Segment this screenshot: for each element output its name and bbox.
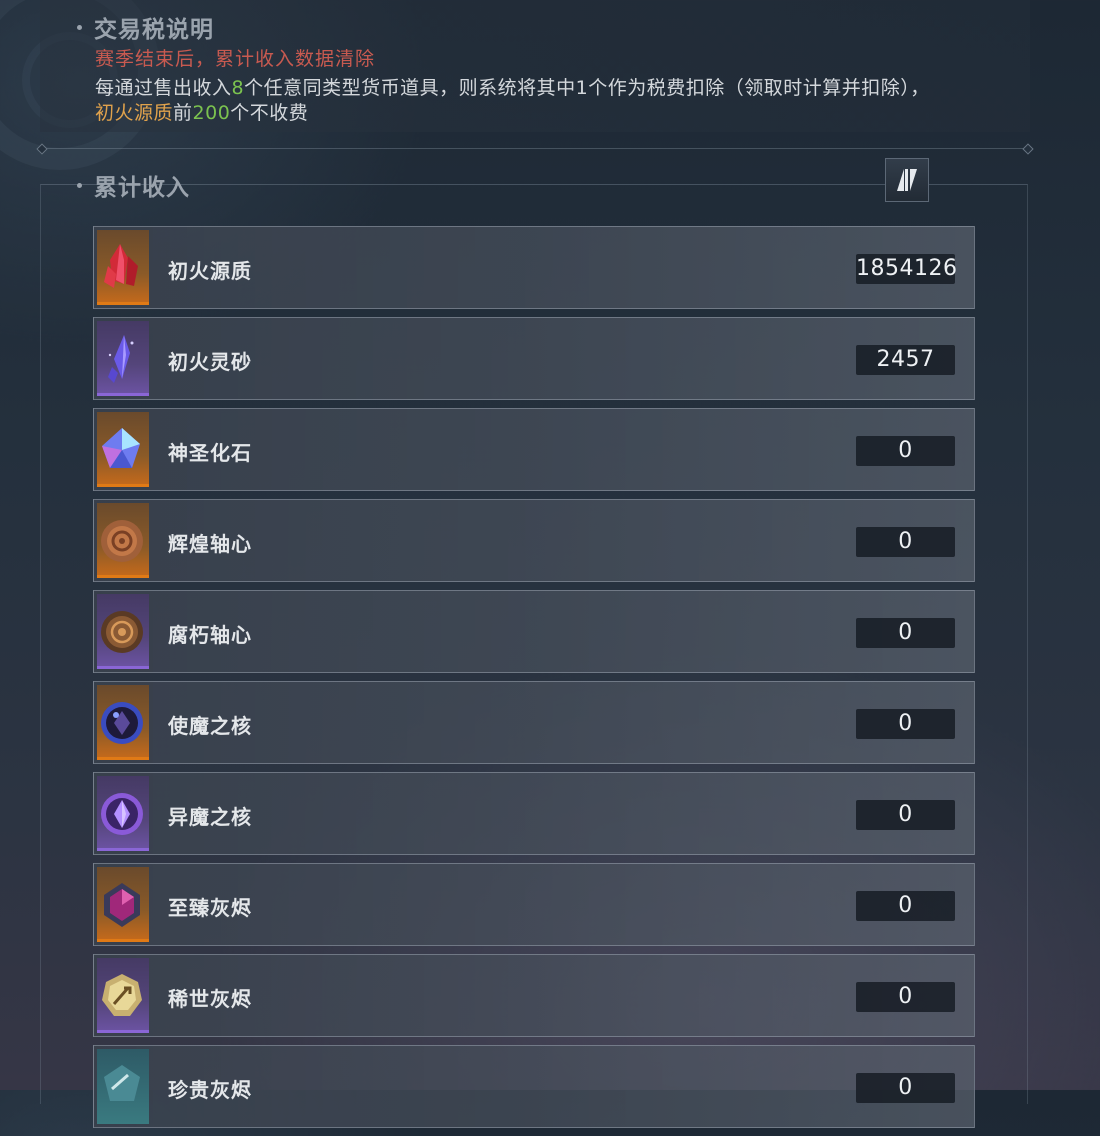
item-name: 使魔之核 (168, 714, 252, 738)
swap-sort-button[interactable] (885, 158, 929, 202)
tax-desc-item: 初火源质 (95, 102, 174, 124)
list-item[interactable]: 稀世灰烬 0 (93, 954, 975, 1037)
income-list: 初火源质 1854126 初火灵砂 2457 神圣化石 0 辉煌轴心 0 腐朽轴… (93, 226, 975, 1136)
list-item[interactable]: 至臻灰烬 0 (93, 863, 975, 946)
item-name: 珍贵灰烬 (168, 1078, 252, 1102)
item-name: 异魔之核 (168, 805, 252, 829)
item-value: 0 (856, 800, 955, 830)
list-item[interactable]: 珍贵灰烬 0 (93, 1045, 975, 1128)
rarity-frame-purple (97, 776, 149, 851)
list-item[interactable]: 初火源质 1854126 (93, 226, 975, 309)
violet-shard-icon (108, 335, 134, 383)
tax-desc-part1: 每通过售出收入 (95, 77, 232, 99)
item-value: 1854126 (856, 254, 957, 284)
tax-section-title: 交易税说明 (77, 10, 214, 44)
red-crystal-icon (104, 244, 138, 288)
list-item[interactable]: 初火灵砂 2457 (93, 317, 975, 400)
prism-gem-icon (102, 428, 140, 468)
tax-title-text: 交易税说明 (94, 17, 214, 43)
rarity-frame-orange (97, 685, 149, 760)
rarity-frame-orange (97, 867, 149, 942)
bullet-dot-icon (77, 25, 82, 30)
tax-description: 每通过售出收入8个任意同类型货币道具，则系统将其中1个作为税费扣除（领取时计算并… (95, 76, 1045, 126)
item-name: 神圣化石 (168, 441, 252, 465)
item-name: 初火源质 (168, 259, 252, 283)
season-reset-note: 赛季结束后，累计收入数据清除 (95, 48, 376, 70)
rarity-frame-purple (97, 958, 149, 1033)
list-item[interactable]: 神圣化石 0 (93, 408, 975, 491)
bronze-gear-icon (101, 520, 143, 562)
swap-sort-icon (897, 169, 917, 191)
income-section-title: 累计收入 (77, 168, 190, 202)
rarity-frame-orange (97, 230, 149, 305)
rusted-gear-icon (101, 611, 143, 653)
tax-desc-part3: 前 (173, 102, 193, 124)
item-name: 辉煌轴心 (168, 532, 252, 556)
rarity-frame-teal (97, 1049, 149, 1124)
list-item[interactable]: 使魔之核 0 (93, 681, 975, 764)
tax-desc-number-200: 200 (192, 102, 231, 124)
item-value: 0 (856, 436, 955, 466)
tax-desc-part2: 个任意同类型货币道具，则系统将其中1个作为税费扣除（领取时计算并扣除）， (244, 77, 930, 99)
magenta-gem-icon (104, 883, 140, 927)
tax-desc-number-8: 8 (231, 77, 245, 99)
list-item[interactable]: 异魔之核 0 (93, 772, 975, 855)
dark-orb-icon (101, 702, 143, 744)
item-value: 0 (856, 527, 955, 557)
purple-orb-icon (101, 793, 143, 835)
teal-rune-icon (104, 1065, 140, 1101)
list-item[interactable]: 腐朽轴心 0 (93, 590, 975, 673)
rarity-frame-orange (97, 503, 149, 578)
gold-seal-icon (102, 974, 142, 1016)
list-item[interactable]: 辉煌轴心 0 (93, 499, 975, 582)
income-title-text: 累计收入 (94, 175, 190, 201)
rarity-frame-purple (97, 594, 149, 669)
item-value: 0 (856, 891, 955, 921)
item-value: 2457 (856, 345, 955, 375)
item-name: 初火灵砂 (168, 350, 252, 374)
item-value: 0 (856, 982, 955, 1012)
item-name: 腐朽轴心 (168, 623, 252, 647)
bullet-dot-icon (77, 183, 82, 188)
rarity-frame-orange (97, 412, 149, 487)
item-value: 0 (856, 1073, 955, 1103)
tax-desc-part4: 个不收费 (230, 102, 309, 124)
rarity-frame-purple (97, 321, 149, 396)
item-name: 至臻灰烬 (168, 896, 252, 920)
section-divider (40, 148, 1030, 149)
item-value: 0 (856, 709, 955, 739)
item-value: 0 (856, 618, 955, 648)
item-name: 稀世灰烬 (168, 987, 252, 1011)
